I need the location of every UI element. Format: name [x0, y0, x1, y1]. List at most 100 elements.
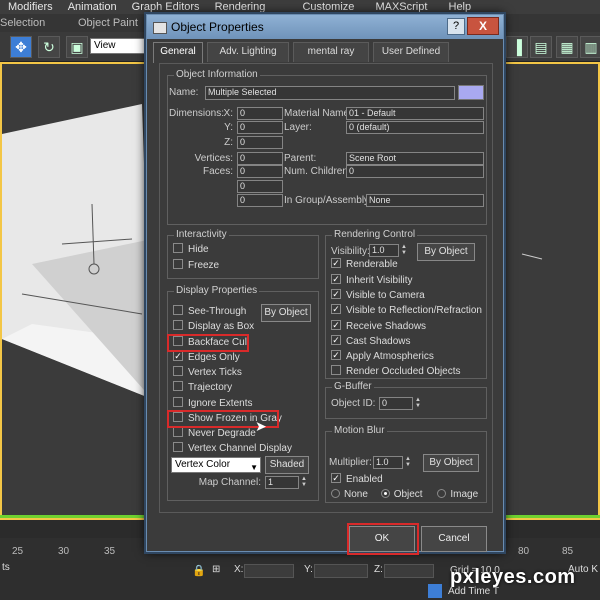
map-channel-spinner-icon[interactable]: ▲ ▼ [300, 476, 308, 489]
motion-blur-enabled-checkbox[interactable]: ✓ [331, 473, 341, 484]
visibility-spinner-icon[interactable]: ▲ ▼ [400, 244, 408, 257]
name-label: Name: [169, 87, 199, 98]
vertex-channel-display-checkbox[interactable] [173, 442, 183, 453]
motion-blur-enabled-row[interactable]: ✓ Enabled [331, 473, 383, 487]
freeze-checkbox[interactable] [173, 259, 183, 270]
radio-object[interactable] [380, 488, 390, 498]
visible-to-reflection-checkbox[interactable]: ✓ [331, 304, 341, 315]
radio-object-label: Object [393, 489, 423, 500]
display-by-object-button[interactable]: By Object [261, 304, 311, 322]
hide-checkbox-row[interactable]: Hide [173, 243, 209, 257]
object-id-spinner-icon[interactable]: ▲ ▼ [414, 397, 422, 410]
cast-shadows-checkbox[interactable]: ✓ [331, 335, 341, 346]
ribbon-object-paint-tab[interactable]: Object Paint [78, 14, 138, 32]
map-channel-label: Map Channel: [198, 477, 261, 488]
schematic-icon[interactable]: ▥ [580, 36, 600, 58]
dialog-title: Object Properties [171, 20, 264, 34]
ignore-extents-checkbox[interactable] [173, 397, 183, 408]
absolute-mode-icon[interactable]: ⊞ [212, 564, 220, 575]
name-input[interactable]: Multiple Selected [205, 86, 455, 100]
move-icon[interactable]: ✥ [10, 36, 32, 58]
renderable-row[interactable]: ✓ Renderable [331, 258, 398, 272]
render-by-object-button[interactable]: By Object [417, 243, 475, 261]
receive-shadows-row[interactable]: ✓ Receive Shadows [331, 320, 426, 334]
shaded-button[interactable]: Shaded [265, 456, 309, 474]
help-button[interactable]: ? [447, 18, 465, 35]
vertex-ticks-row[interactable]: Vertex Ticks [173, 366, 242, 380]
tab-general[interactable]: General [153, 42, 203, 63]
vertex-channel-display-row[interactable]: Vertex Channel Display [173, 442, 292, 456]
hide-checkbox[interactable] [173, 243, 183, 254]
x-coord-field[interactable] [244, 564, 294, 578]
group-legend: Rendering Control [332, 229, 418, 240]
trajectory-checkbox[interactable] [173, 381, 183, 392]
visible-to-reflection-row[interactable]: ✓ Visible to Reflection/Refraction [331, 304, 482, 318]
radio-none[interactable] [331, 488, 340, 498]
tab-mental-ray[interactable]: mental ray [293, 42, 369, 62]
menu-animation[interactable]: Animation [68, 0, 117, 14]
cancel-button[interactable]: Cancel [421, 526, 487, 552]
menu-modifiers[interactable]: Modifiers [8, 0, 53, 14]
info-value-extra: 0 [237, 194, 283, 207]
receive-shadows-checkbox[interactable]: ✓ [331, 320, 341, 331]
ignore-extents-row[interactable]: Ignore Extents [173, 397, 252, 411]
freeze-checkbox-row[interactable]: Freeze [173, 259, 219, 273]
trajectory-label: Trajectory [188, 382, 233, 393]
z-coord-field[interactable] [384, 564, 434, 578]
ribbon-selection-tab[interactable]: Selection [0, 14, 45, 32]
see-through-checkbox[interactable] [173, 305, 183, 316]
display-as-box-checkbox[interactable] [173, 320, 183, 331]
map-channel-input[interactable]: 1 [265, 476, 299, 489]
cast-shadows-row[interactable]: ✓ Cast Shadows [331, 335, 410, 349]
display-as-box-row[interactable]: Display as Box [173, 320, 254, 334]
multiplier-spinner-icon[interactable]: ▲ ▼ [404, 456, 412, 469]
scale-icon[interactable]: ▣ [66, 36, 88, 58]
radio-none-label: None [344, 489, 368, 500]
material-name-label: Material Name: [284, 108, 352, 119]
align-icon[interactable]: ▤ [530, 36, 552, 58]
menu-rendering[interactable]: Rendering [215, 0, 266, 14]
motion-blur-enabled-label: Enabled [346, 474, 383, 485]
visible-to-camera-row[interactable]: ✓ Visible to Camera [331, 289, 425, 303]
tab-user-defined[interactable]: User Defined [373, 42, 449, 62]
render-occluded-objects-row[interactable]: Render Occluded Objects [331, 365, 461, 379]
pxleyes-watermark: pxleyes.com [450, 566, 576, 588]
tab-adv-lighting[interactable]: Adv. Lighting [207, 42, 289, 62]
never-degrade-checkbox[interactable] [173, 427, 183, 438]
inherit-visibility-checkbox[interactable]: ✓ [331, 274, 341, 285]
time-tag-icon[interactable] [428, 584, 442, 598]
visibility-input[interactable]: 1.0 [369, 244, 399, 257]
menu-maxscript[interactable]: MAXScript [375, 0, 427, 14]
inherit-visibility-row[interactable]: ✓ Inherit Visibility [331, 274, 413, 288]
lock-icon[interactable]: 🔒 [192, 564, 206, 577]
render-occluded-objects-checkbox[interactable] [331, 365, 341, 376]
vertex-color-dropdown[interactable]: Vertex Color ▼ [171, 457, 261, 473]
motion-blur-by-object-button[interactable]: By Object [423, 454, 479, 472]
y-coord-field[interactable] [314, 564, 368, 578]
apply-atmospherics-checkbox[interactable]: ✓ [331, 350, 341, 361]
see-through-row[interactable]: See-Through [173, 305, 246, 319]
trajectory-row[interactable]: Trajectory [173, 381, 232, 395]
mouse-cursor-icon: ➤ [255, 418, 267, 434]
menu-customize[interactable]: Customize [302, 0, 354, 14]
object-color-swatch[interactable] [458, 85, 484, 100]
menu-help[interactable]: Help [449, 0, 472, 14]
toolbar-icon-a[interactable]: ▐ [506, 36, 528, 58]
never-degrade-row[interactable]: Never Degrade [173, 427, 256, 441]
rotate-icon[interactable]: ↻ [38, 36, 60, 58]
vertex-ticks-checkbox[interactable] [173, 366, 183, 377]
menu-graph-editors[interactable]: Graph Editors [132, 0, 200, 14]
reference-coordinate-select[interactable]: View [90, 38, 146, 54]
edges-only-checkbox[interactable]: ✓ [173, 351, 183, 362]
radio-image[interactable] [437, 488, 447, 498]
faces-label: Faces: [202, 166, 233, 177]
edges-only-row[interactable]: ✓ Edges Only [173, 351, 240, 365]
object-id-input[interactable]: 0 [379, 397, 413, 410]
layer-icon[interactable]: ▦ [556, 36, 578, 58]
close-button[interactable]: X [467, 17, 499, 35]
renderable-checkbox[interactable]: ✓ [331, 258, 341, 269]
visible-to-camera-checkbox[interactable]: ✓ [331, 289, 341, 300]
apply-atmospherics-row[interactable]: ✓ Apply Atmospherics [331, 350, 434, 364]
dim-y-label: Y: [224, 122, 233, 133]
multiplier-input[interactable]: 1.0 [373, 456, 403, 469]
